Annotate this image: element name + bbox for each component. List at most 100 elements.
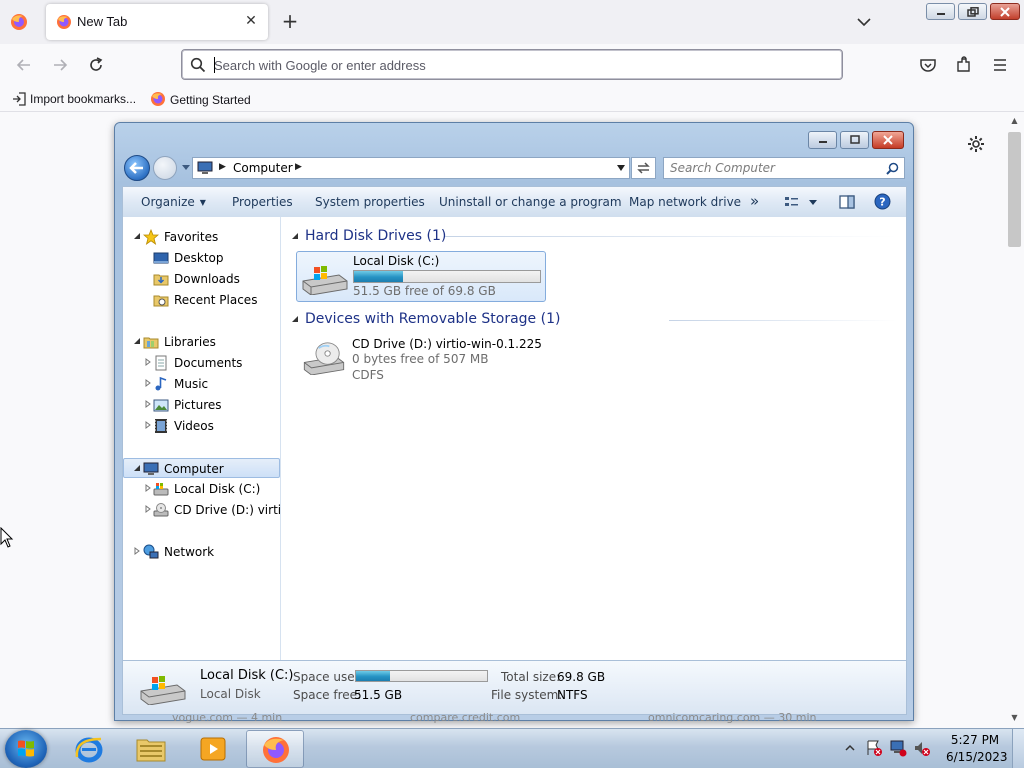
expand-triangle-icon[interactable] <box>144 505 152 513</box>
nav-cd-drive[interactable]: CD Drive (D:) virtio-w <box>123 500 280 520</box>
scroll-down-arrow[interactable]: ▼ <box>1008 713 1021 725</box>
close-icon[interactable]: ✕ <box>242 12 260 30</box>
collapse-triangle-icon[interactable] <box>133 337 141 345</box>
windows-logo-icon <box>18 740 34 757</box>
explorer-forward-button[interactable] <box>153 156 177 180</box>
help-icon: ? <box>874 193 891 210</box>
explorer-close-button[interactable] <box>872 131 904 149</box>
more-commands-button[interactable]: » <box>750 192 759 210</box>
search-icon[interactable] <box>886 162 899 175</box>
properties-button[interactable]: Properties <box>232 195 293 209</box>
explorer-maximize-button[interactable] <box>840 131 869 149</box>
map-network-drive-button[interactable]: Map network drive <box>629 195 741 209</box>
close-window-button[interactable] <box>990 3 1020 20</box>
help-button[interactable]: ? <box>874 193 891 213</box>
nav-computer-label: Computer <box>164 462 224 476</box>
nav-local-disk[interactable]: Local Disk (C:) <box>123 479 280 499</box>
breadcrumb-arrow-icon[interactable]: ▶ <box>219 162 226 172</box>
nav-pictures[interactable]: Pictures <box>123 395 280 415</box>
explorer-refresh-button[interactable] <box>631 157 656 179</box>
pocket-icon[interactable] <box>918 55 938 75</box>
restore-button[interactable] <box>958 3 987 20</box>
start-button[interactable] <box>5 730 47 768</box>
gear-icon[interactable] <box>966 134 986 154</box>
chevron-down-icon[interactable] <box>855 13 873 31</box>
explorer-search-input[interactable] <box>670 160 875 176</box>
taskbar-media-player[interactable] <box>184 730 242 768</box>
collapse-triangle-icon <box>292 233 298 239</box>
firefox-icon[interactable] <box>10 13 28 31</box>
import-bookmarks-link[interactable]: Import bookmarks... <box>12 91 136 109</box>
explorer-search-box[interactable] <box>663 157 905 179</box>
getting-started-label: Getting Started <box>170 93 251 107</box>
show-hidden-icons-icon[interactable] <box>845 743 855 753</box>
nav-recent-places[interactable]: Recent Places <box>123 290 280 310</box>
breadcrumb-arrow-icon[interactable]: ▶ <box>295 162 302 172</box>
nav-libraries[interactable]: Libraries <box>123 332 280 352</box>
collapse-triangle-icon[interactable] <box>133 464 141 472</box>
breadcrumb-computer[interactable]: Computer <box>233 161 293 175</box>
system-properties-button[interactable]: System properties <box>315 195 425 209</box>
close-icon <box>883 135 893 145</box>
taskbar-windows-explorer[interactable] <box>122 730 180 768</box>
clock-date[interactable]: 6/15/2023 <box>946 750 1008 764</box>
taskbar-firefox[interactable] <box>246 730 304 768</box>
minimize-button[interactable] <box>926 3 955 20</box>
clock-time[interactable]: 5:27 PM <box>950 733 1000 747</box>
show-desktop-button[interactable] <box>1012 729 1024 768</box>
taskbar-internet-explorer[interactable] <box>60 730 118 768</box>
preview-pane-button[interactable] <box>839 195 855 212</box>
tab-new-tab[interactable]: New Tab ✕ <box>46 4 268 40</box>
action-center-icon[interactable] <box>865 739 883 757</box>
drive-d-tile[interactable]: CD Drive (D:) virtio-win-0.1.225 0 bytes… <box>296 335 546 386</box>
libraries-icon <box>143 337 159 349</box>
address-bar[interactable] <box>181 49 843 80</box>
nav-music[interactable]: Music <box>123 374 280 394</box>
chevron-down-icon[interactable] <box>181 164 191 172</box>
drive-c-tile[interactable]: Local Disk (C:) 51.5 GB free of 69.8 GB <box>296 251 546 302</box>
content-pane: Hard Disk Drives (1) Local Disk (C:) 51.… <box>281 217 907 660</box>
new-tab-button[interactable]: + <box>279 11 301 33</box>
menu-icon[interactable] <box>990 55 1010 75</box>
nav-downloads[interactable]: Downloads <box>123 269 280 289</box>
expand-triangle-icon[interactable] <box>144 421 152 429</box>
reload-icon[interactable] <box>86 55 106 75</box>
scroll-up-arrow[interactable]: ▲ <box>1008 116 1021 128</box>
explorer-back-button[interactable] <box>124 155 150 181</box>
scrollbar-thumb[interactable] <box>1008 132 1021 247</box>
extensions-icon[interactable] <box>954 55 974 75</box>
getting-started-link[interactable]: Getting Started <box>150 91 251 109</box>
explorer-command-bar: Organize ▼ Properties System properties U… <box>122 186 907 217</box>
explorer-address-bar[interactable]: ▶ Computer ▶ <box>192 157 630 179</box>
details-total-label: Total size: <box>501 670 561 684</box>
group-divider <box>669 320 897 321</box>
nav-desktop[interactable]: Desktop <box>123 248 280 268</box>
expand-triangle-icon[interactable] <box>144 379 152 387</box>
hard-disk-icon <box>153 483 169 496</box>
chevron-down-icon[interactable] <box>617 165 625 171</box>
nav-network[interactable]: Network <box>123 542 280 562</box>
volume-muted-icon[interactable] <box>913 739 931 757</box>
group-header-hard-disks[interactable]: Hard Disk Drives (1) <box>291 228 446 244</box>
details-fs-label: File system: <box>491 688 563 702</box>
nav-favorites[interactable]: Favorites <box>123 227 280 247</box>
network-status-icon[interactable] <box>889 739 907 757</box>
expand-triangle-icon[interactable] <box>144 400 152 408</box>
uninstall-program-button[interactable]: Uninstall or change a program <box>439 195 622 209</box>
group-header-removable[interactable]: Devices with Removable Storage (1) <box>291 311 560 327</box>
organize-button[interactable]: Organize ▼ <box>141 195 206 209</box>
forward-arrow-icon[interactable] <box>50 55 70 75</box>
back-arrow-icon[interactable] <box>14 55 34 75</box>
nav-documents[interactable]: Documents <box>123 353 280 373</box>
drive-c-name: Local Disk (C:) <box>353 254 440 268</box>
expand-triangle-icon[interactable] <box>133 547 141 555</box>
change-view-button[interactable] <box>784 195 818 212</box>
address-input[interactable] <box>214 54 814 76</box>
collapse-triangle-icon[interactable] <box>133 232 141 240</box>
explorer-minimize-button[interactable] <box>808 131 837 149</box>
expand-triangle-icon[interactable] <box>144 484 152 492</box>
expand-triangle-icon[interactable] <box>144 358 152 366</box>
nav-local-disk-label: Local Disk (C:) <box>174 482 261 496</box>
nav-computer[interactable]: Computer <box>123 458 280 478</box>
nav-videos[interactable]: Videos <box>123 416 280 436</box>
